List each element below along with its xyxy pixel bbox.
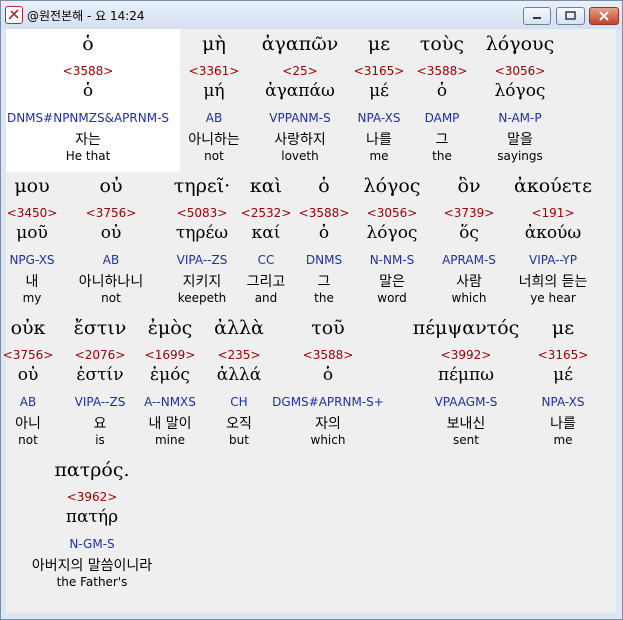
word-strong[interactable]: <191>	[453, 206, 623, 220]
word-strong[interactable]: <3056>	[420, 64, 620, 78]
close-button[interactable]	[589, 7, 619, 25]
word-parsing: N-AM-P	[498, 111, 542, 125]
word-parsing: N-GM-S	[69, 537, 115, 551]
word-greek[interactable]: λόγους	[420, 33, 620, 55]
word-greek[interactable]: ἀκούετε	[453, 175, 623, 197]
app-icon[interactable]	[5, 6, 23, 24]
minimize-button[interactable]	[523, 7, 551, 25]
word-korean: 말을	[507, 132, 533, 148]
word-strong[interactable]: <3165>	[463, 348, 623, 362]
word-korean: 아버지의 말씀이니라	[31, 558, 153, 574]
word-english: sayings	[497, 149, 543, 163]
word-lemma: ἀκούω	[524, 223, 582, 243]
main-window: @원전본해 - 요 14:24 ὁ <3588> ὁ DNMS#NPNMZS&APRN…	[0, 0, 623, 620]
word-lemma: λόγος	[494, 81, 546, 101]
word-greek[interactable]: πατρός.	[0, 459, 192, 481]
maximize-button[interactable]	[556, 7, 585, 25]
word-lemma: μέ	[553, 365, 573, 385]
word-parsing: NPA-XS	[541, 395, 585, 409]
word-korean: 나를	[550, 416, 576, 432]
word-greek[interactable]: με	[463, 317, 623, 339]
word-english: ye hear	[530, 291, 576, 305]
word-parsing: VIPA--YP	[529, 253, 577, 267]
title-bar[interactable]: @원전본해 - 요 14:24	[1, 1, 622, 29]
word-lemma: πατήρ	[65, 507, 119, 527]
word-strong[interactable]: <3962>	[0, 490, 192, 504]
window-title: @원전본해 - 요 14:24	[27, 9, 145, 23]
word-english: the Father's	[56, 575, 128, 589]
word-korean: 너희의 듣는	[518, 274, 588, 290]
interlinear-view[interactable]: ὁ <3588> ὁ DNMS#NPNMZS&APRNM-S 자는 He that μὴ <3…	[3, 29, 616, 613]
word-english: me	[553, 433, 573, 447]
